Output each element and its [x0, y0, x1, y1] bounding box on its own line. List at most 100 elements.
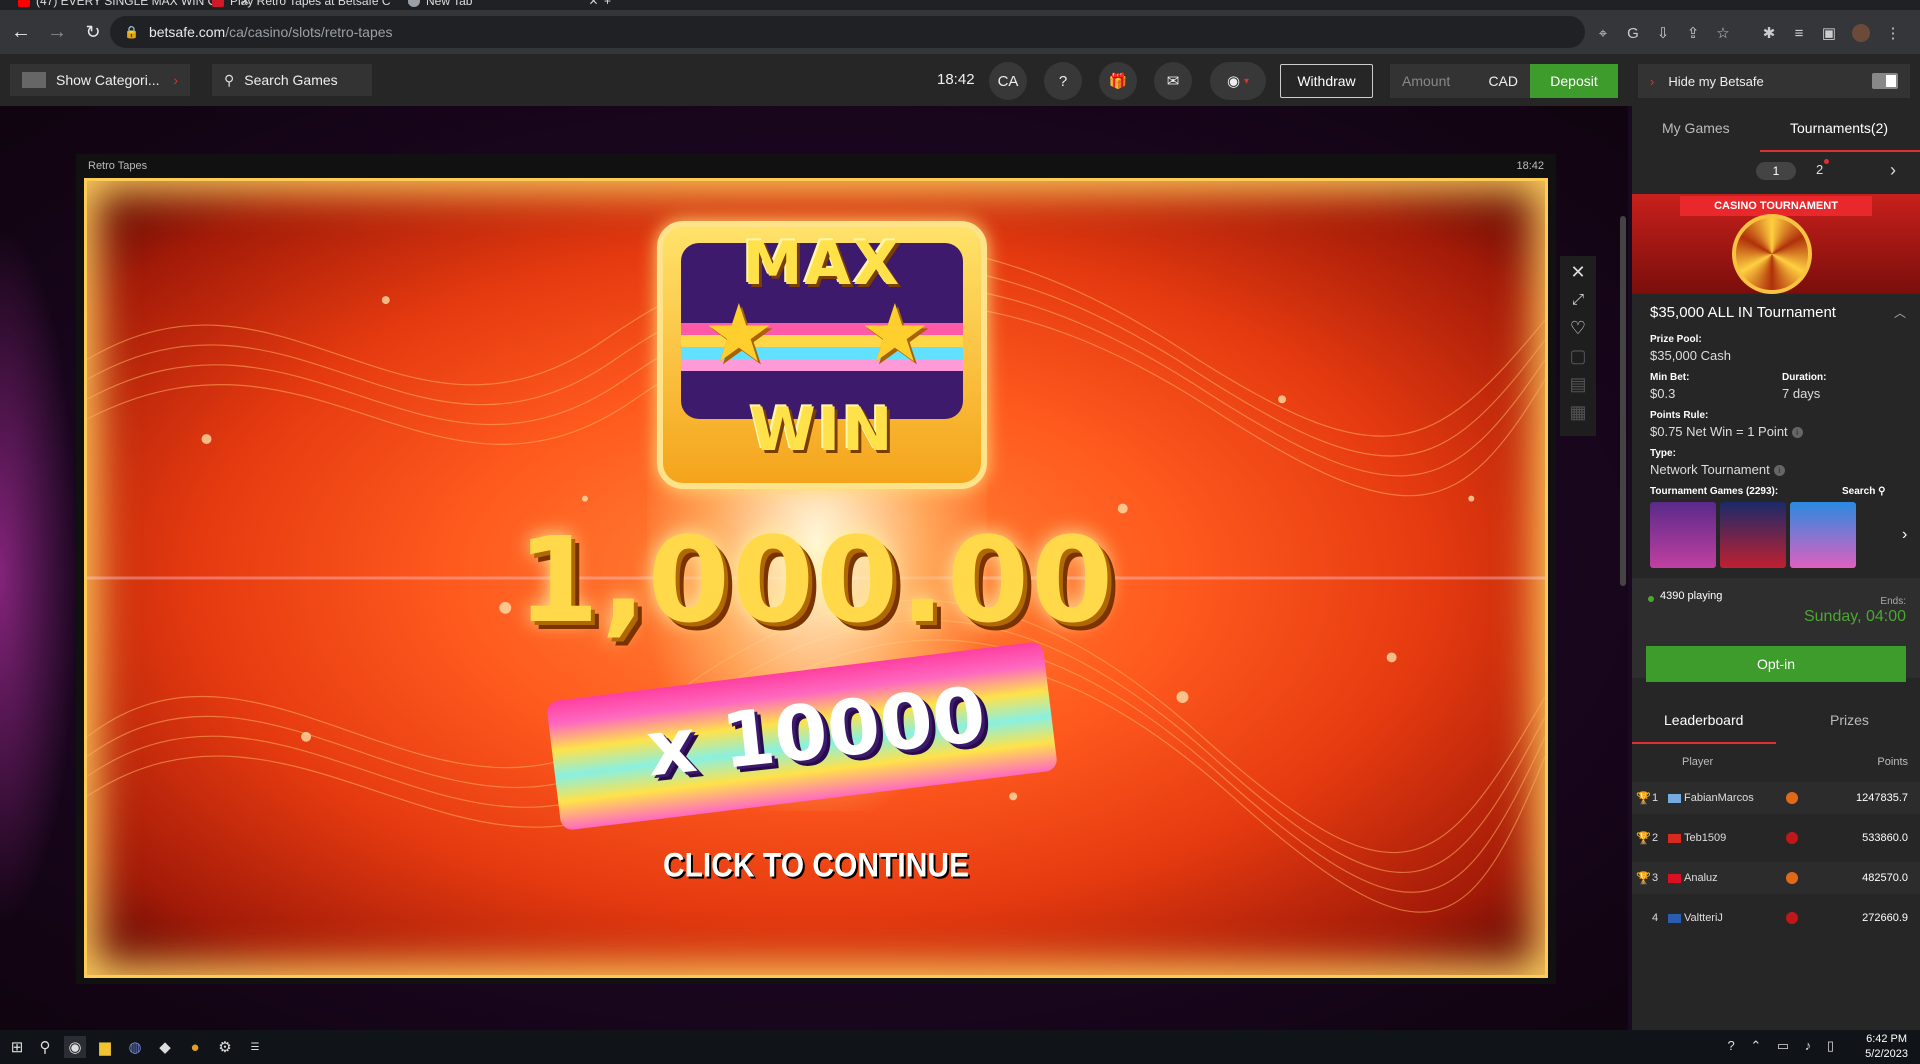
- flag-icon: [1668, 913, 1681, 923]
- quad-view-icon[interactable]: ▦: [1566, 400, 1590, 424]
- heart-icon[interactable]: ♡: [1566, 316, 1590, 340]
- game-frame: Retro Tapes 18:42 MAX ★ ★ WIN 1,000.00 x…: [76, 154, 1556, 984]
- search-icon[interactable]: ⚲: [34, 1036, 56, 1058]
- amount-input[interactable]: Amount CAD: [1390, 64, 1530, 98]
- forward-arrow-icon[interactable]: →: [42, 17, 72, 47]
- taskbar-date: 5/2/2023: [1865, 1048, 1908, 1060]
- game-toolbar: ✕ ⤢ ♡ ▢ ▤ ▦: [1560, 256, 1596, 436]
- url-bar[interactable]: 🔒 betsafe.com /ca/casino/slots/retro-tap…: [110, 16, 1585, 48]
- player-points: 482570.0: [1862, 872, 1908, 884]
- close-icon[interactable]: ✕: [1566, 260, 1590, 284]
- folder-icon[interactable]: ▆: [94, 1036, 116, 1058]
- taskbar-time: 6:42 PM: [1866, 1033, 1908, 1045]
- click-to-continue[interactable]: CLICK TO CONTINUE: [87, 846, 1545, 885]
- leaderboard-row: 4 ValtteriJ 272660.9: [1632, 902, 1920, 934]
- player-points: 1247835.7: [1856, 792, 1908, 804]
- provider-icon: [1786, 792, 1798, 804]
- account-menu-button[interactable]: ◉ ▾: [1210, 62, 1266, 100]
- lock-icon: 🔒: [124, 25, 139, 39]
- player-name: FabianMarcos: [1684, 792, 1754, 804]
- star-icon[interactable]: ☆: [1714, 24, 1732, 42]
- site-header: Show Categori... › ⚲ Search Games 18:42 …: [0, 54, 1920, 106]
- user-icon: ◉: [1226, 73, 1241, 90]
- show-categories-label: Show Categori...: [56, 72, 160, 88]
- provider-icon: [1786, 832, 1798, 844]
- search-games-label: Search Games: [244, 72, 338, 88]
- currency-label: CAD: [1488, 73, 1518, 89]
- location-icon[interactable]: ⌖: [1594, 24, 1612, 42]
- settings-icon[interactable]: ⚙: [214, 1036, 236, 1058]
- system-tray[interactable]: ? ⌃ ▭ ♪ ▯: [1727, 1038, 1840, 1054]
- back-arrow-icon[interactable]: ←: [6, 17, 36, 47]
- trophy-icon: 🏆: [1636, 791, 1651, 805]
- app-icon[interactable]: ◆: [154, 1036, 176, 1058]
- browser-tab-strip: (47) EVERY SINGLE MAX WIN OF ✕ Play Retr…: [0, 0, 1920, 10]
- address-bar-row: ← → ↻ 🔒 betsafe.com /ca/casino/slots/ret…: [0, 10, 1920, 54]
- dual-view-icon[interactable]: ▤: [1566, 372, 1590, 396]
- scrollbar[interactable]: [1620, 216, 1626, 586]
- gift-icon[interactable]: 🎁: [1099, 62, 1137, 100]
- toggle-switch[interactable]: [1872, 73, 1898, 89]
- discord-icon[interactable]: ◍: [124, 1036, 146, 1058]
- game-stage: Retro Tapes 18:42 MAX ★ ★ WIN 1,000.00 x…: [0, 106, 1628, 1030]
- single-view-icon[interactable]: ▢: [1566, 344, 1590, 368]
- close-tab-icon[interactable]: ✕: [588, 0, 598, 8]
- browser-tab-betsafe[interactable]: Play Retro Tapes at Betsafe C ✕: [212, 0, 417, 10]
- withdraw-button[interactable]: Withdraw: [1280, 64, 1373, 98]
- extensions-icon[interactable]: ✱: [1760, 24, 1778, 42]
- deposit-button[interactable]: Deposit: [1530, 64, 1618, 98]
- mail-icon[interactable]: ✉: [1154, 62, 1192, 100]
- windows-taskbar: ⊞ ⚲ ◉ ▆ ◍ ◆ ● ⚙ ☰ ? ⌃ ▭ ♪ ▯ 6:42 PM 5/2/…: [0, 1030, 1920, 1064]
- player-points: 533860.0: [1862, 832, 1908, 844]
- header-clock: 18:42: [937, 71, 975, 88]
- taskbar-clock[interactable]: 6:42 PM 5/2/2023: [1865, 1032, 1908, 1062]
- trophy-icon: 🏆: [1636, 871, 1651, 885]
- fullscreen-icon[interactable]: ⤢: [1566, 288, 1590, 312]
- url-host: betsafe.com: [148, 24, 226, 40]
- player-name: Analuz: [1684, 872, 1718, 884]
- amount-placeholder: Amount: [1402, 73, 1451, 89]
- badge-bottom-text: WIN: [749, 395, 895, 465]
- max-win-badge: MAX ★ ★ WIN: [657, 221, 987, 489]
- player-name: ValtteriJ: [1684, 912, 1723, 924]
- search-icon: ⚲: [224, 71, 235, 88]
- show-categories-button[interactable]: Show Categori... ›: [10, 64, 190, 96]
- star-icon: ★: [703, 289, 775, 378]
- flag-icon: [1668, 793, 1681, 803]
- install-icon[interactable]: ⇩: [1654, 24, 1672, 42]
- youtube-icon: [18, 0, 30, 7]
- win-amount: 1,000.00: [516, 511, 1116, 649]
- app-icon[interactable]: ☰: [244, 1036, 266, 1058]
- categories-icon: [22, 72, 46, 88]
- rank: 3: [1652, 872, 1659, 884]
- app-icon[interactable]: ●: [184, 1036, 206, 1058]
- media-icon[interactable]: ≡: [1790, 24, 1808, 42]
- tab-label: New Tab: [426, 0, 473, 8]
- windows-start-icon[interactable]: ⊞: [6, 1036, 28, 1058]
- search-games-button[interactable]: ⚲ Search Games: [212, 64, 372, 96]
- leaderboard-rows: 🏆 1 FabianMarcos 1247835.7 🏆 2 Teb1509 533860.0…: [1632, 106, 1920, 1030]
- hide-my-betsafe-toggle[interactable]: › Hide my Betsafe: [1638, 64, 1910, 98]
- tab-label: (47) EVERY SINGLE MAX WIN OF: [36, 0, 225, 8]
- rank: 2: [1652, 832, 1659, 844]
- country-button[interactable]: CA: [989, 62, 1027, 100]
- player-name: Teb1509: [1684, 832, 1727, 844]
- google-icon[interactable]: G: [1624, 24, 1642, 42]
- menu-dots-icon[interactable]: ⋮: [1884, 24, 1902, 42]
- help-icon[interactable]: ?: [1044, 62, 1082, 100]
- chevron-right-icon: ›: [173, 72, 178, 88]
- leaderboard-row: 🏆 2 Teb1509 533860.0: [1632, 822, 1920, 854]
- share-icon[interactable]: ⇪: [1684, 24, 1702, 42]
- profile-avatar[interactable]: [1852, 24, 1870, 42]
- star-icon: ★: [859, 289, 931, 378]
- browser-tab-new[interactable]: New Tab ✕: [408, 0, 599, 10]
- provider-icon: [1786, 872, 1798, 884]
- game-clock: 18:42: [1516, 160, 1544, 172]
- sidepanel-icon[interactable]: ▣: [1820, 24, 1838, 42]
- game-title: Retro Tapes: [88, 160, 148, 172]
- game-canvas[interactable]: MAX ★ ★ WIN 1,000.00 x 10000 CLICK TO CO…: [84, 178, 1548, 978]
- reload-icon[interactable]: ↻: [78, 17, 108, 47]
- chrome-icon[interactable]: ◉: [64, 1036, 86, 1058]
- trophy-icon: 🏆: [1636, 831, 1651, 845]
- new-tab-button[interactable]: +: [604, 0, 611, 10]
